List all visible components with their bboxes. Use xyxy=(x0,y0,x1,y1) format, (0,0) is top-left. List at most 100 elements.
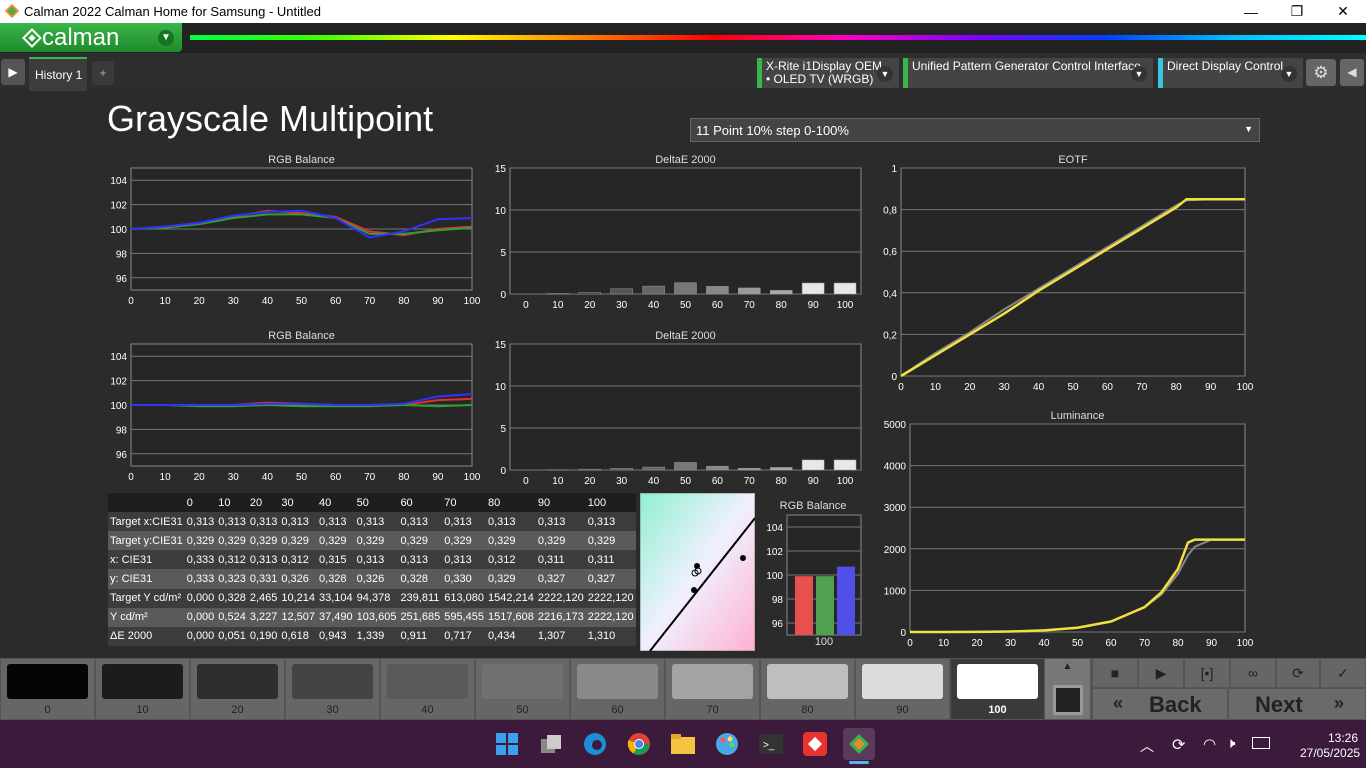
y-tick-label: 0 xyxy=(900,628,906,639)
system-clock[interactable]: 13:26 27/05/2025 xyxy=(1300,731,1360,761)
swatch-40[interactable]: 40 xyxy=(381,659,474,719)
battery-icon[interactable] xyxy=(1252,737,1270,749)
table-cell: 0,328 xyxy=(317,569,355,589)
table-cell: 0,333 xyxy=(184,550,217,570)
swatch-label: 30 xyxy=(326,704,339,716)
swatch-label: 90 xyxy=(896,704,909,716)
next-button[interactable]: Next » xyxy=(1229,689,1365,719)
x-tick-label: 70 xyxy=(1136,382,1148,393)
tab-history-1[interactable]: History 1 xyxy=(29,57,87,91)
deltae-bar xyxy=(738,468,761,471)
add-tab-button[interactable]: + xyxy=(92,61,114,85)
back-button[interactable]: « Back xyxy=(1093,689,1227,719)
swatch-100[interactable]: 100 xyxy=(951,659,1044,719)
swatch-color xyxy=(672,664,753,699)
swatch-20[interactable]: 20 xyxy=(191,659,284,719)
refresh-button[interactable]: ⟳ xyxy=(1277,659,1319,687)
table-cell: 0,329 xyxy=(184,531,217,551)
x-tick-label: 40 xyxy=(648,476,660,487)
rgb-balance-chart-1: 96 98 100 102 104 0 10 20 30 40 50 60 70 80 90 100 xyxy=(110,167,481,307)
deltae-bar xyxy=(578,468,602,471)
close-button[interactable]: ✕ xyxy=(1320,0,1366,23)
y-tick-label: 98 xyxy=(772,595,784,606)
y-tick-label: 0,8 xyxy=(883,206,897,217)
table-cell: 2,465 xyxy=(247,588,280,608)
chevron-up-icon[interactable]: ︿ xyxy=(1140,736,1154,756)
table-row: Target y:CIE31 0,329 0,329 0,329 0,329 0,329 0… xyxy=(108,531,636,551)
pattern-generator-selector[interactable]: Unified Pattern Generator Control Interf… xyxy=(903,58,1153,88)
display-control-name: Direct Display Control xyxy=(1167,59,1284,73)
x-tick-label: 100 xyxy=(1237,638,1254,649)
play-button[interactable]: ▶ xyxy=(1139,659,1183,687)
calman-taskbar-icon[interactable] xyxy=(843,728,875,760)
sync-icon[interactable]: ⟳ xyxy=(1172,735,1185,755)
table-cell: 0,911 xyxy=(398,626,443,646)
edge-browser-icon[interactable] xyxy=(579,728,611,760)
y-tick-label: 102 xyxy=(766,547,783,558)
check-icon: ✓ xyxy=(1337,664,1349,681)
x-tick-label: 100 xyxy=(464,472,481,483)
x-tick-label: 90 xyxy=(1206,638,1218,649)
paint-palette-icon[interactable] xyxy=(711,728,743,760)
terminal-icon[interactable]: >_ xyxy=(755,728,787,760)
x-tick-label: 50 xyxy=(296,472,308,483)
confirm-button[interactable]: ✓ xyxy=(1321,659,1365,687)
windows-start-icon[interactable] xyxy=(491,728,523,760)
table-cell: 2216,173 xyxy=(535,607,586,627)
meter-selector[interactable]: X-Rite i1Display OEM • OLED TV (WRGB) ▼ xyxy=(757,58,899,88)
swatch-70[interactable]: 70 xyxy=(666,659,759,719)
x-tick-label: 60 xyxy=(1102,382,1114,393)
x-tick-label: 90 xyxy=(808,476,820,487)
y-tick-label: 2000 xyxy=(884,545,907,556)
x-tick-label: 60 xyxy=(712,300,724,311)
anydesk-icon[interactable] xyxy=(799,728,831,760)
swatch-0[interactable]: 0 xyxy=(1,659,94,719)
table-cell: 94,378 xyxy=(354,588,399,608)
table-header-cell: 20 xyxy=(247,493,280,512)
minimize-button[interactable]: — xyxy=(1228,0,1274,23)
table-cell: 0,328 xyxy=(398,569,443,589)
x-tick-label: 10 xyxy=(160,472,172,483)
swatch-80[interactable]: 80 xyxy=(761,659,854,719)
x-tick-label: 60 xyxy=(712,476,724,487)
collapse-panel-icon[interactable]: ◀ xyxy=(1340,59,1364,86)
point-preset-dropdown[interactable]: 11 Point 10% step 0-100% ▼ xyxy=(690,118,1260,142)
play-icon[interactable]: ▶ xyxy=(1,59,25,85)
swatch-30[interactable]: 30 xyxy=(286,659,379,719)
measure-range-button[interactable]: [•] xyxy=(1185,659,1229,687)
swatch-50[interactable]: 50 xyxy=(476,659,569,719)
table-cell: 0,329 xyxy=(485,531,536,551)
gear-icon[interactable]: ⚙ xyxy=(1306,59,1336,86)
x-tick-label: 0 xyxy=(523,476,529,487)
table-cell: 239,811 xyxy=(398,588,443,608)
file-explorer-icon[interactable] xyxy=(667,728,699,760)
table-cell: 1,339 xyxy=(354,626,399,646)
table-cell: 0,333 xyxy=(184,569,217,589)
calman-logo-menu[interactable]: calman ▼ xyxy=(0,23,182,52)
play-icon: ▶ xyxy=(1155,664,1167,681)
deltae-chart-2: 0 5 10 15 0 10 20 30 40 50 60 70 80 90 100 xyxy=(495,340,862,487)
maximize-button[interactable]: ❐ xyxy=(1274,0,1320,23)
display-control-selector[interactable]: Direct Display Control ▼ xyxy=(1158,58,1303,88)
task-view-icon[interactable] xyxy=(535,728,567,760)
table-cell: 0,312 xyxy=(485,550,536,570)
wifi-icon[interactable]: ◠ xyxy=(1203,735,1216,753)
swatch-10[interactable]: 10 xyxy=(96,659,189,719)
chevron-down-icon: ▼ xyxy=(1131,66,1147,82)
table-cell: 0,329 xyxy=(247,531,280,551)
table-cell: 0,326 xyxy=(279,569,318,589)
speaker-muted-icon[interactable]: 🕨 xyxy=(1226,735,1235,752)
stop-measure-toggle[interactable]: ▲ xyxy=(1045,659,1090,719)
y-tick-label: 0,2 xyxy=(883,330,897,341)
stop-button[interactable]: ■ xyxy=(1093,659,1137,687)
x-tick-label: 90 xyxy=(432,472,444,483)
table-cell: 2222,120 xyxy=(585,607,636,627)
y-tick-label: 3000 xyxy=(884,503,907,514)
swatch-90[interactable]: 90 xyxy=(856,659,949,719)
deltae-bar xyxy=(706,465,729,471)
table-cell: 0,329 xyxy=(317,531,355,551)
table-cell: 0,000 xyxy=(184,626,217,646)
chrome-browser-icon[interactable] xyxy=(623,728,655,760)
swatch-60[interactable]: 60 xyxy=(571,659,664,719)
continuous-button[interactable]: ∞ xyxy=(1231,659,1275,687)
